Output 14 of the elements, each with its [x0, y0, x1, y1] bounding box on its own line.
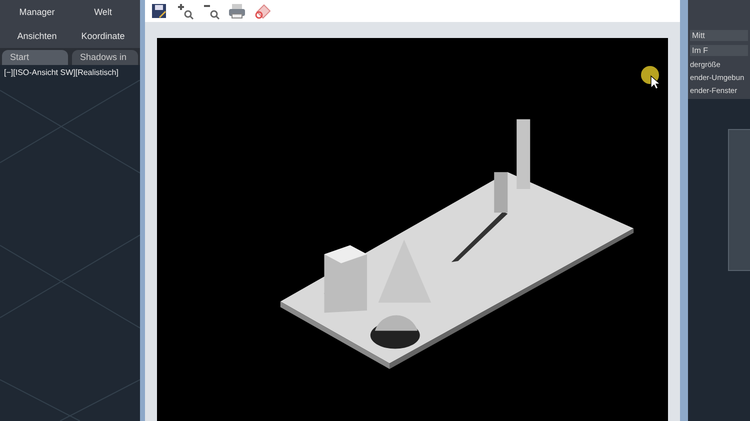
panel-button[interactable]: Im F — [690, 45, 748, 56]
ribbon-group-title: Koordinate — [80, 31, 126, 41]
viewport-label[interactable]: [−][ISO-Ansicht SW][Realistisch] — [0, 65, 140, 80]
ribbon-label[interactable]: Manager — [4, 7, 70, 17]
tab[interactable]: Shadows in — [72, 50, 138, 65]
ribbon-label[interactable]: Welt — [70, 7, 136, 17]
printer-icon[interactable] — [227, 1, 247, 21]
ribbon-group-title: Ansichten — [16, 31, 58, 41]
scrollbar[interactable] — [728, 129, 750, 271]
zoom-in-icon[interactable] — [175, 1, 195, 21]
panel-button[interactable]: Mitt — [690, 30, 748, 41]
mouse-cursor-icon — [641, 66, 661, 90]
tab[interactable]: Start — [2, 50, 68, 65]
save-icon[interactable] — [149, 1, 169, 21]
